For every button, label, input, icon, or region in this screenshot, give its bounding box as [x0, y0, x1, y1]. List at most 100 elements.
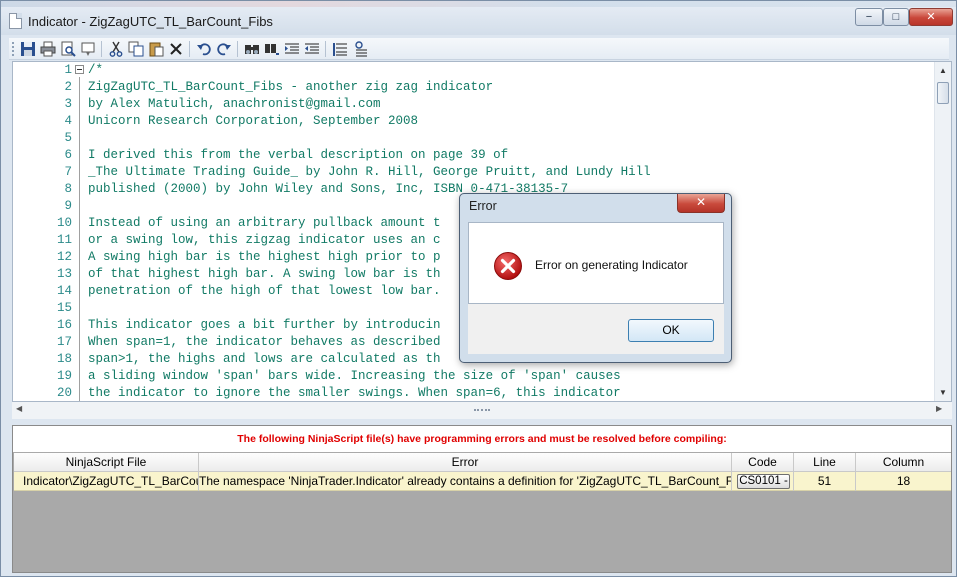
- redo-icon: [217, 43, 231, 56]
- line-number: 6: [64, 148, 72, 162]
- column-header-line[interactable]: Line: [794, 453, 856, 472]
- error-code-cell: CS0101 -: [732, 472, 794, 491]
- find-button[interactable]: [243, 40, 261, 58]
- line-number: 11: [56, 233, 72, 247]
- outdent-button[interactable]: [303, 40, 321, 58]
- save-icon: [21, 42, 35, 56]
- column-header-file[interactable]: NinjaScript File: [14, 453, 199, 472]
- toolbar-separator: [237, 41, 238, 57]
- line-number: 10: [56, 216, 72, 230]
- comment-icon: [333, 43, 347, 56]
- line-number: 13: [56, 267, 72, 281]
- vertical-scrollbar[interactable]: ▲ ▼: [934, 62, 951, 401]
- code-line[interactable]: 3 by Alex Matulich, anachronist@gmail.com: [13, 96, 935, 113]
- code-line[interactable]: 6 I derived this from the verbal descript…: [13, 147, 935, 164]
- minimize-icon: −: [865, 11, 873, 23]
- scroll-left-icon[interactable]: ◀: [16, 404, 22, 413]
- title-bar: Indicator - ZigZagUTC_TL_BarCount_Fibs −…: [1, 1, 956, 35]
- column-header-code[interactable]: Code: [732, 453, 794, 472]
- paste-icon: [149, 42, 164, 57]
- error-code-button[interactable]: CS0101 -: [737, 474, 790, 489]
- dialog-message: Error on generating Indicator: [535, 258, 688, 272]
- error-line-cell: 51: [794, 472, 856, 491]
- uncomment-button[interactable]: [351, 40, 369, 58]
- print-preview-icon: [61, 41, 76, 57]
- code-text: span>1, the highs and lows are calculate…: [88, 352, 441, 366]
- line-number: 5: [64, 131, 72, 145]
- editor-toolbar: [9, 38, 949, 60]
- toolbar-separator: [325, 41, 326, 57]
- line-number: 19: [56, 369, 72, 383]
- code-line[interactable]: 20 the indicator to ignore the smaller sw…: [13, 385, 935, 401]
- toolbar-grip[interactable]: [12, 42, 15, 56]
- code-text: Instead of using an arbitrary pullback a…: [88, 216, 441, 230]
- title-bar-background-strip: [1, 1, 956, 7]
- line-number: 4: [64, 114, 72, 128]
- dialog-body: Error on generating Indicator: [468, 222, 724, 304]
- scroll-thumb[interactable]: [937, 82, 949, 104]
- error-column-cell: 18: [896, 474, 911, 488]
- line-number: 8: [64, 182, 72, 196]
- dialog-close-button[interactable]: ✕: [677, 194, 725, 213]
- scroll-up-icon[interactable]: ▲: [935, 62, 951, 79]
- code-text: /*: [88, 63, 104, 77]
- code-line[interactable]: 19 a sliding window 'span' bars wide. Inc…: [13, 368, 935, 385]
- error-message-cell: The namespace 'NinjaTrader.Indicator' al…: [199, 472, 732, 491]
- close-icon: ✕: [695, 195, 707, 209]
- code-text: a sliding window 'span' bars wide. Incre…: [88, 369, 621, 383]
- redo-button[interactable]: [215, 40, 233, 58]
- code-line[interactable]: 5: [13, 130, 935, 147]
- copy-button[interactable]: [127, 40, 145, 58]
- line-number: 16: [56, 318, 72, 332]
- panel-splitter[interactable]: ◀ ▶: [12, 402, 952, 419]
- code-line[interactable]: 2 ZigZagUTC_TL_BarCount_Fibs - another zi…: [13, 79, 935, 96]
- line-number: 7: [64, 165, 72, 179]
- dialog-footer: OK: [468, 304, 724, 354]
- indent-icon: [285, 43, 299, 54]
- code-text: When span=1, the indicator behaves as de…: [88, 335, 441, 349]
- undo-button[interactable]: [195, 40, 213, 58]
- copy-icon: [128, 41, 144, 57]
- line-number: 1: [64, 63, 72, 77]
- undo-icon: [197, 43, 211, 56]
- line-number: 20: [56, 386, 72, 400]
- error-grid-header-row: NinjaScript File Error Code Line Column: [14, 453, 951, 472]
- code-text: penetration of the high of that lowest l…: [88, 284, 441, 298]
- ok-button[interactable]: OK: [628, 319, 714, 342]
- scroll-down-icon[interactable]: ▼: [935, 384, 951, 401]
- line-number: 15: [56, 301, 72, 315]
- line-number: 2: [64, 80, 72, 94]
- replace-button[interactable]: [263, 40, 281, 58]
- column-header-error[interactable]: Error: [199, 453, 732, 472]
- code-text: Unicorn Research Corporation, September …: [88, 114, 419, 128]
- maximize-icon: □: [892, 11, 900, 23]
- code-text: I derived this from the verbal descripti…: [88, 148, 509, 162]
- code-line[interactable]: 4 Unicorn Research Corporation, September…: [13, 113, 935, 130]
- code-line[interactable]: 7 _The Ultimate Trading Guide_ by John R.…: [13, 164, 935, 181]
- comment-button[interactable]: [331, 40, 349, 58]
- code-text: ZigZagUTC_TL_BarCount_Fibs - another zig…: [88, 80, 494, 94]
- paste-button[interactable]: [147, 40, 165, 58]
- save-button[interactable]: [19, 40, 37, 58]
- print-preview-button[interactable]: [59, 40, 77, 58]
- cut-button[interactable]: [107, 40, 125, 58]
- column-header-column[interactable]: Column: [856, 453, 951, 472]
- scroll-right-icon[interactable]: ▶: [936, 404, 942, 413]
- table-row[interactable]: Indicator\ZigZagUTC_TL_BarCou The namesp…: [14, 472, 951, 491]
- properties-button[interactable]: [79, 40, 97, 58]
- find-icon: [245, 45, 259, 54]
- line-number: 17: [56, 335, 72, 349]
- error-file-cell: Indicator\ZigZagUTC_TL_BarCou: [14, 472, 199, 491]
- code-text: _The Ultimate Trading Guide_ by John R. …: [88, 165, 651, 179]
- toolbar-separator: [189, 41, 190, 57]
- document-icon: [9, 13, 22, 29]
- minimize-button[interactable]: −: [855, 8, 883, 26]
- close-button[interactable]: ✕: [909, 8, 953, 26]
- dialog-title: Error: [469, 199, 497, 213]
- delete-button[interactable]: [167, 40, 185, 58]
- indent-button[interactable]: [283, 40, 301, 58]
- outdent-icon: [305, 43, 319, 54]
- maximize-button[interactable]: □: [883, 8, 909, 26]
- print-button[interactable]: [39, 40, 57, 58]
- code-line[interactable]: 1 /*: [13, 62, 935, 79]
